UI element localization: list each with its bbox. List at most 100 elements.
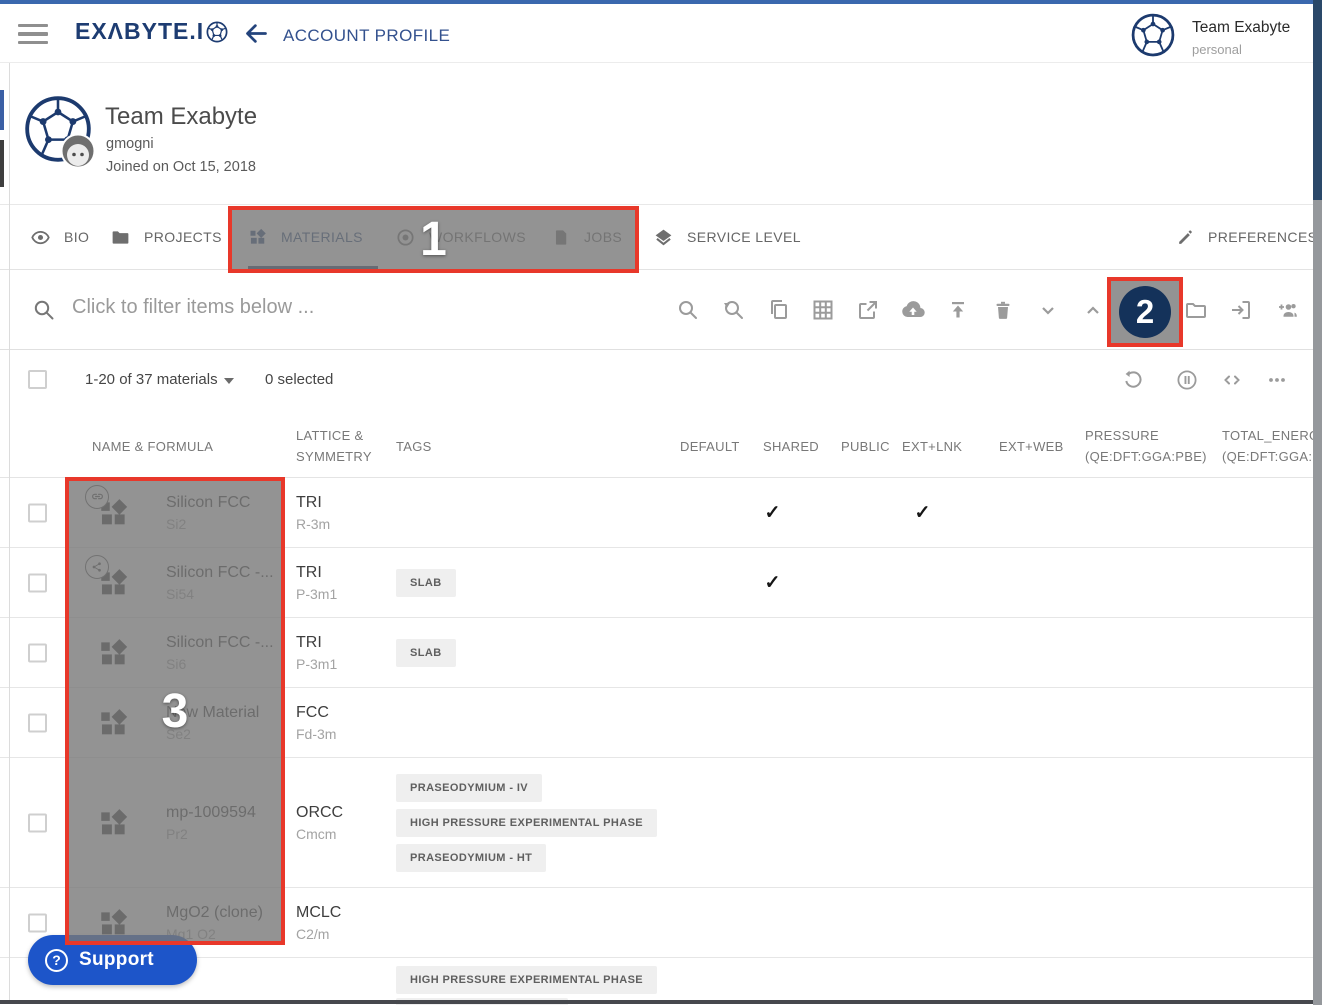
profile-username: gmogni xyxy=(106,136,154,152)
move-to-icon[interactable] xyxy=(1229,298,1253,322)
tag-chip: PRASEODYMIUM - IV xyxy=(396,774,542,802)
symmetry-group: Fd-3m xyxy=(296,726,336,742)
pagination-summary[interactable]: 1-20 of 37 materials xyxy=(85,371,218,388)
molecule-o-icon xyxy=(206,21,228,43)
col-tags[interactable]: TAGS xyxy=(396,437,432,458)
search-icon xyxy=(32,298,56,322)
tab-preferences[interactable]: PREFERENCES xyxy=(1176,205,1317,269)
copy-icon[interactable] xyxy=(767,298,791,322)
folder-icon xyxy=(110,227,131,248)
folder-icon[interactable] xyxy=(1184,298,1208,322)
open-in-new-icon[interactable] xyxy=(856,298,880,322)
brand-logo[interactable]: EXΛBYTE.I xyxy=(75,18,228,45)
col-default[interactable]: DEFAULT xyxy=(680,437,740,458)
lattice-type: ORCC xyxy=(296,804,343,822)
support-label: Support xyxy=(79,949,154,971)
shared-check-icon: ✓ xyxy=(745,571,800,594)
symmetry-group: P-3m1 xyxy=(296,586,337,602)
annotation-box-2: 2 xyxy=(1107,277,1183,347)
col-pressure[interactable]: PRESSURE (QE:DFT:GGA:PBE) xyxy=(1085,426,1207,468)
add-collaborators-icon[interactable] xyxy=(1275,298,1299,322)
row-checkbox[interactable] xyxy=(28,913,47,932)
select-all-checkbox[interactable] xyxy=(28,370,47,389)
table-row-partial[interactable]: HIGH PRESSURE EXPERIMENTAL PHASE xyxy=(0,958,1322,1005)
lattice-type: TRI xyxy=(296,564,337,582)
profile-name: Team Exabyte xyxy=(105,103,257,131)
lattice-type: FCC xyxy=(296,704,336,722)
tab-bio[interactable]: BIO xyxy=(30,205,89,269)
tab-bio-label: BIO xyxy=(64,229,89,245)
eye-icon xyxy=(30,227,51,248)
search-icon[interactable] xyxy=(676,298,700,322)
chevron-down-icon[interactable] xyxy=(1036,298,1060,322)
tag-chip: HIGH PRESSURE EXPERIMENTAL PHASE xyxy=(396,809,657,837)
profile-joined-date: Joined on Oct 15, 2018 xyxy=(106,159,256,175)
lattice-type: TRI xyxy=(296,494,330,512)
annotation-label-3: 3 xyxy=(162,684,189,739)
user-face-avatar xyxy=(60,133,96,169)
tab-service-level[interactable]: SERVICE LEVEL xyxy=(653,205,801,269)
lattice-type: TRI xyxy=(296,634,337,652)
tabs-bar: BIO PROJECTS MATERIALS WORKFLOWS JOBS SE… xyxy=(0,205,1313,270)
profile-header: Team Exabyte gmogni Joined on Oct 15, 20… xyxy=(0,63,1313,205)
cloud-upload-icon[interactable] xyxy=(901,298,925,322)
account-name: Team Exabyte xyxy=(1192,19,1290,37)
row-checkbox[interactable] xyxy=(28,813,47,832)
col-public[interactable]: PUBLIC xyxy=(841,437,890,458)
tag-chip: SLAB xyxy=(396,639,456,667)
account-avatar[interactable] xyxy=(1131,13,1175,57)
tab-projects[interactable]: PROJECTS xyxy=(110,205,222,269)
filter-input[interactable]: Click to filter items below ... xyxy=(72,296,632,319)
account-profile-screen: EXΛBYTE.I ACCOUNT PROFILE Team Exabyte p… xyxy=(0,0,1322,1005)
refresh-icon[interactable] xyxy=(1121,368,1145,392)
annotation-label-1: 1 xyxy=(420,212,447,267)
tag-chip: SLAB xyxy=(396,569,456,597)
account-type: personal xyxy=(1192,42,1242,57)
row-checkbox[interactable] xyxy=(28,503,47,522)
annotation-label-2: 2 xyxy=(1119,286,1171,338)
tab-preferences-label: PREFERENCES xyxy=(1208,229,1317,245)
col-shared[interactable]: SHARED xyxy=(763,437,819,458)
dropdown-caret-icon[interactable] xyxy=(224,378,234,384)
symmetry-group: P-3m1 xyxy=(296,656,337,672)
upload-icon[interactable] xyxy=(946,298,970,322)
menu-icon[interactable] xyxy=(18,21,48,47)
symmetry-group: Cmcm xyxy=(296,826,343,842)
grid-icon[interactable] xyxy=(811,298,835,322)
shared-check-icon: ✓ xyxy=(745,501,800,524)
right-edge-scrollbar[interactable] xyxy=(1313,200,1322,1005)
tag-chip: PRASEODYMIUM - HT xyxy=(396,844,546,872)
tab-service-level-label: SERVICE LEVEL xyxy=(687,229,801,245)
left-edge-artifact-blue xyxy=(0,90,4,130)
chevron-up-icon[interactable] xyxy=(1081,298,1105,322)
row-checkbox[interactable] xyxy=(28,643,47,662)
right-edge-strip-top xyxy=(1313,0,1322,200)
annotation-box-3: 3 xyxy=(65,477,285,945)
tag-chip: HIGH PRESSURE EXPERIMENTAL PHASE xyxy=(396,966,657,994)
delete-icon[interactable] xyxy=(991,298,1015,322)
table-header: NAME & FORMULA LATTICE & SYMMETRY TAGS D… xyxy=(0,410,1322,478)
search-again-icon[interactable] xyxy=(721,298,745,322)
lattice-type: MCLC xyxy=(296,904,341,922)
row-checkbox[interactable] xyxy=(28,573,47,592)
col-lattice[interactable]: LATTICE & SYMMETRY xyxy=(296,426,372,468)
back-arrow-icon[interactable] xyxy=(243,20,270,47)
bottom-edge-strip xyxy=(0,1000,1313,1004)
left-edge-artifact-dark xyxy=(0,140,4,187)
page-title: ACCOUNT PROFILE xyxy=(283,26,450,46)
selection-bar: 1-20 of 37 materials 0 selected xyxy=(0,350,1313,410)
code-icon[interactable] xyxy=(1220,368,1244,392)
help-icon: ? xyxy=(45,949,68,972)
pencil-icon xyxy=(1176,228,1195,247)
annotation-box-1: 1 xyxy=(228,206,639,273)
app-bar: EXΛBYTE.I ACCOUNT PROFILE Team Exabyte p… xyxy=(0,4,1313,63)
col-total-energy[interactable]: TOTAL_ENERGY (QE:DFT:GGA:PBE) xyxy=(1222,426,1316,468)
col-name-formula[interactable]: NAME & FORMULA xyxy=(92,437,213,458)
ext-lnk-check-icon: ✓ xyxy=(895,501,950,524)
row-checkbox[interactable] xyxy=(28,713,47,732)
tab-projects-label: PROJECTS xyxy=(144,229,222,245)
col-ext-lnk[interactable]: EXT+LNK xyxy=(902,437,962,458)
col-ext-web[interactable]: EXT+WEB xyxy=(999,437,1064,458)
pause-icon[interactable] xyxy=(1175,368,1199,392)
more-options-icon[interactable] xyxy=(1265,368,1289,392)
